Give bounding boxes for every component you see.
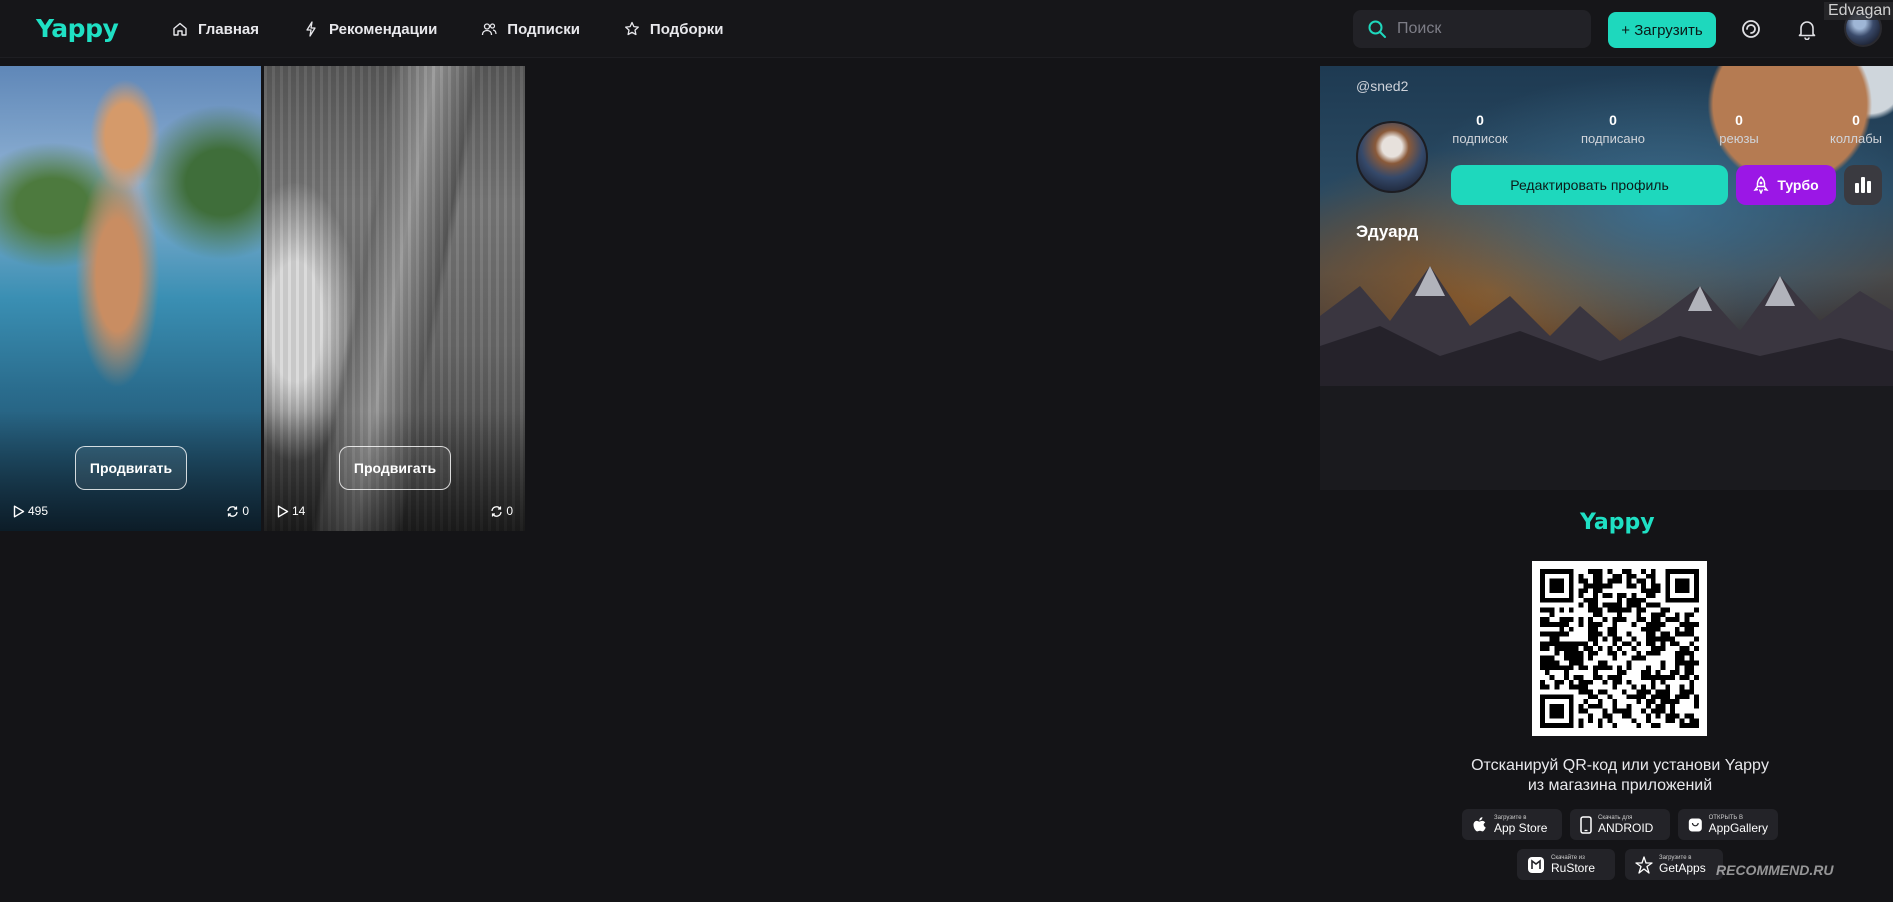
reposts-value: 0 <box>506 504 513 518</box>
profile-avatar[interactable] <box>1356 121 1428 193</box>
store-name: ANDROID <box>1598 820 1654 835</box>
nav-recommendations-label: Рекомендации <box>329 20 438 38</box>
edit-profile-button[interactable]: Редактировать профиль <box>1451 165 1728 205</box>
video-card[interactable]: Продвигать 495 0 <box>0 66 261 531</box>
app-store-button[interactable]: Загрузите в App Store <box>1462 809 1562 840</box>
repost-icon <box>227 505 238 517</box>
stat-value: 0 <box>1852 112 1860 128</box>
search-box[interactable] <box>1353 10 1591 48</box>
nav-collections[interactable]: Подборки <box>624 21 724 38</box>
home-icon <box>173 22 187 36</box>
views-count: 495 <box>13 504 48 518</box>
views-value: 14 <box>292 504 306 518</box>
apple-icon <box>1473 816 1486 831</box>
stat-label: подписано <box>1580 131 1645 146</box>
star-icon <box>624 21 639 36</box>
store-name: GetApps <box>1659 860 1706 875</box>
reposts-value: 0 <box>242 504 249 518</box>
promote-button[interactable]: Продвигать <box>75 446 187 490</box>
rustore-button[interactable]: Скачайте из RuStore <box>1517 849 1615 880</box>
search-input[interactable] <box>1397 20 1577 38</box>
bell-icon[interactable] <box>1796 18 1818 40</box>
stat-following[interactable]: 0 подписок <box>1440 112 1520 146</box>
page: Yappy Главная Рекомендации Подписки Подб… <box>0 0 1893 902</box>
stat-label: подписок <box>1452 131 1508 146</box>
nav-subscriptions[interactable]: Подписки <box>481 21 580 38</box>
yappy-logo-footer: Yappy <box>1580 510 1655 535</box>
phone-icon <box>1580 815 1592 834</box>
search-icon <box>1368 20 1386 38</box>
profile-name: Эдуард <box>1356 222 1419 241</box>
people-icon <box>482 23 497 36</box>
stat-label: коллабы <box>1830 131 1882 146</box>
rocket-icon <box>1753 176 1769 194</box>
turbo-button[interactable]: Турбо <box>1736 165 1836 205</box>
appgallery-icon <box>1688 818 1702 831</box>
scan-line-1: Отсканируй QR-код или установи Yappy <box>1471 757 1769 774</box>
play-icon <box>277 505 289 517</box>
bar-chart-icon <box>1855 177 1871 193</box>
appgallery-button[interactable]: ОТКРЫТЬ В AppGallery <box>1678 809 1778 840</box>
statistics-button[interactable] <box>1844 165 1882 205</box>
cash-spiral-icon[interactable] <box>1740 18 1762 40</box>
stat-value: 0 <box>1735 112 1743 128</box>
top-bar: Yappy Главная Рекомендации Подписки Подб… <box>0 0 1893 58</box>
reposts-count: 0 <box>226 504 249 518</box>
reposts-count: 0 <box>490 504 513 518</box>
mountain-landscape-image <box>1320 266 1893 386</box>
store-name: App Store <box>1494 820 1548 835</box>
stat-value: 0 <box>1476 112 1484 128</box>
store-name: AppGallery <box>1708 820 1768 835</box>
profile-handle: @sned2 <box>1356 78 1409 94</box>
android-button[interactable]: Скачать для ANDROID <box>1570 809 1670 840</box>
turbo-label: Турбо <box>1777 177 1819 193</box>
stat-followers[interactable]: 0 подписано <box>1573 112 1653 146</box>
upload-button[interactable]: + Загрузить <box>1608 12 1716 48</box>
getapps-icon <box>1635 855 1653 874</box>
stat-value: 0 <box>1609 112 1617 128</box>
getapps-button[interactable]: Загрузите в GetApps <box>1625 849 1723 880</box>
rustore-icon <box>1528 856 1544 873</box>
stat-reuses[interactable]: 0 реюзы <box>1699 112 1779 146</box>
main-nav: Главная Рекомендации Подписки Подборки <box>172 0 724 58</box>
promote-button[interactable]: Продвигать <box>339 446 451 490</box>
spark-icon <box>306 21 316 37</box>
store-name: RuStore <box>1551 860 1596 875</box>
repost-icon <box>491 505 502 517</box>
scan-instructions: Отсканируй QR-код или установи Yappy из … <box>1320 756 1893 796</box>
scan-line-2: из магазина приложений <box>1527 777 1713 794</box>
nav-subscriptions-label: Подписки <box>507 20 580 38</box>
video-card[interactable]: Продвигать 14 0 <box>264 66 525 531</box>
views-value: 495 <box>28 504 49 518</box>
stat-label: реюзы <box>1719 131 1759 146</box>
profile-empty-area <box>1320 386 1893 490</box>
nav-home[interactable]: Главная <box>172 21 259 38</box>
stat-collabs[interactable]: 0 коллабы <box>1816 112 1893 146</box>
qr-code-image <box>1540 569 1699 728</box>
watermark: RECOMMEND.RU <box>1716 862 1834 878</box>
qr-code <box>1532 561 1707 736</box>
nav-recommendations[interactable]: Рекомендации <box>303 21 437 38</box>
nav-collections-label: Подборки <box>649 20 724 38</box>
yappy-logo[interactable]: Yappy <box>36 14 119 43</box>
nav-home-label: Главная <box>198 20 260 38</box>
corner-username: Edvagan <box>1824 2 1893 20</box>
play-icon <box>13 505 25 517</box>
views-count: 14 <box>277 504 305 518</box>
